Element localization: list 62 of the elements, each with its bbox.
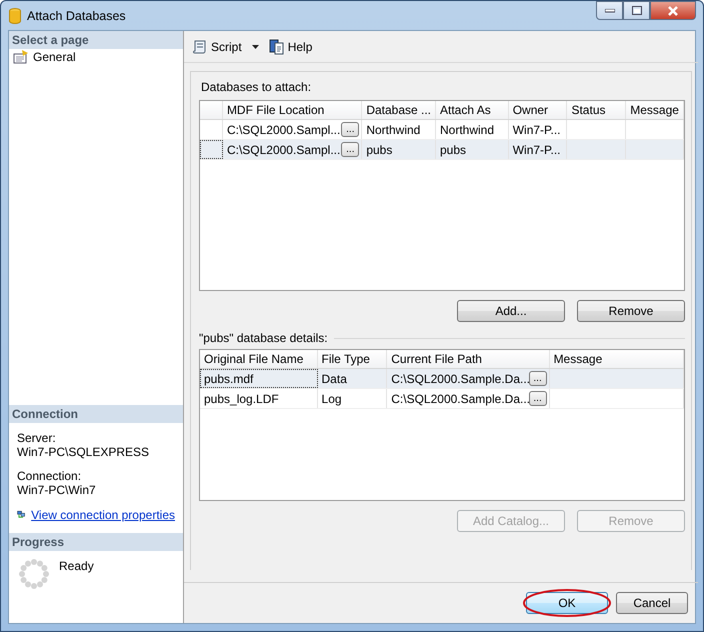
column-header[interactable]: Message xyxy=(550,350,684,368)
column-header[interactable]: Original File Name xyxy=(200,350,318,368)
grid-action-button[interactable]: Add... xyxy=(457,300,565,322)
page-icon xyxy=(13,50,29,64)
grid-row[interactable]: pubs_log.LDF Log C:\SQL2000.Sample.Da... ... xyxy=(200,389,684,409)
close-icon xyxy=(667,6,679,16)
table-cell: C:\SQL2000.Sample.Da... xyxy=(391,392,530,406)
table-cell: pubs_log.LDF xyxy=(204,392,279,406)
maximize-icon xyxy=(632,6,642,15)
grid-label: Databases to attach: xyxy=(201,80,312,94)
section-heading: Progress xyxy=(9,533,183,551)
server-value: Win7-PC\SQLEXPRESS xyxy=(17,445,150,459)
column-header[interactable]: Attach As xyxy=(436,101,509,119)
help-button[interactable]: Help xyxy=(266,36,314,56)
page-item[interactable]: General xyxy=(9,49,80,65)
connection-label: Connection: xyxy=(17,469,82,483)
script-button[interactable]: Script xyxy=(190,36,244,56)
server-label: Server: xyxy=(17,431,57,445)
column-header[interactable]: File Type xyxy=(318,350,388,368)
column-header[interactable]: Status xyxy=(567,101,626,119)
table-cell: Win7-P... xyxy=(512,142,560,156)
table-cell: pubs xyxy=(366,142,392,156)
section-heading: Connection xyxy=(9,405,183,423)
connection-properties-link[interactable]: View connection properties xyxy=(31,508,175,522)
close-button[interactable] xyxy=(650,1,696,20)
table-cell: pubs.mdf xyxy=(204,372,254,386)
grid-row[interactable]: pubs.mdf Data C:\SQL2000.Sample.Da... ... xyxy=(200,369,684,389)
table-cell: Northwind xyxy=(440,122,494,136)
dialog-button[interactable]: Cancel xyxy=(616,592,688,614)
browse-button[interactable]: ... xyxy=(528,391,547,406)
table-cell: Log xyxy=(322,392,342,406)
window-title: Attach Databases xyxy=(27,8,126,22)
table-cell: Data xyxy=(322,372,347,386)
browse-button[interactable]: ... xyxy=(528,371,547,386)
column-header[interactable]: Database ... xyxy=(362,101,436,119)
progress-status: Ready xyxy=(59,559,94,573)
table-cell: C:\SQL2000.Sample.Da... xyxy=(391,372,530,386)
column-header[interactable]: MDF File Location xyxy=(222,101,362,119)
spinner-icon xyxy=(19,559,49,589)
browse-button[interactable]: ... xyxy=(341,122,360,137)
scroll-icon xyxy=(192,38,208,54)
grid-label: "pubs" database details: xyxy=(199,331,328,345)
table-cell: Northwind xyxy=(366,122,420,136)
column-header[interactable]: Owner xyxy=(508,101,568,119)
grid-row[interactable]: C:\SQL2000.Sampl... ... pubs pubs Win7-P... xyxy=(200,140,684,160)
column-header[interactable]: Message xyxy=(626,101,684,119)
database-icon xyxy=(9,8,21,24)
help-document-icon xyxy=(268,38,285,54)
minimize-icon xyxy=(604,8,614,12)
column-header[interactable]: Current File Path xyxy=(387,350,550,368)
table-cell: C:\SQL2000.Sampl... xyxy=(226,142,340,156)
grid-action-button[interactable]: Remove xyxy=(577,300,685,322)
table-cell: C:\SQL2000.Sampl... xyxy=(226,122,340,136)
minimize-button[interactable] xyxy=(596,1,623,20)
table-cell: Win7-P... xyxy=(512,122,560,136)
dialog-button[interactable]: OK xyxy=(526,592,608,614)
connection-value: Win7-PC\Win7 xyxy=(17,483,97,497)
browse-button[interactable]: ... xyxy=(341,142,360,157)
dropdown-arrow-icon[interactable] xyxy=(252,44,259,48)
section-heading: Select a page xyxy=(9,31,183,49)
table-cell: pubs xyxy=(440,142,466,156)
maximize-button[interactable] xyxy=(623,1,650,20)
